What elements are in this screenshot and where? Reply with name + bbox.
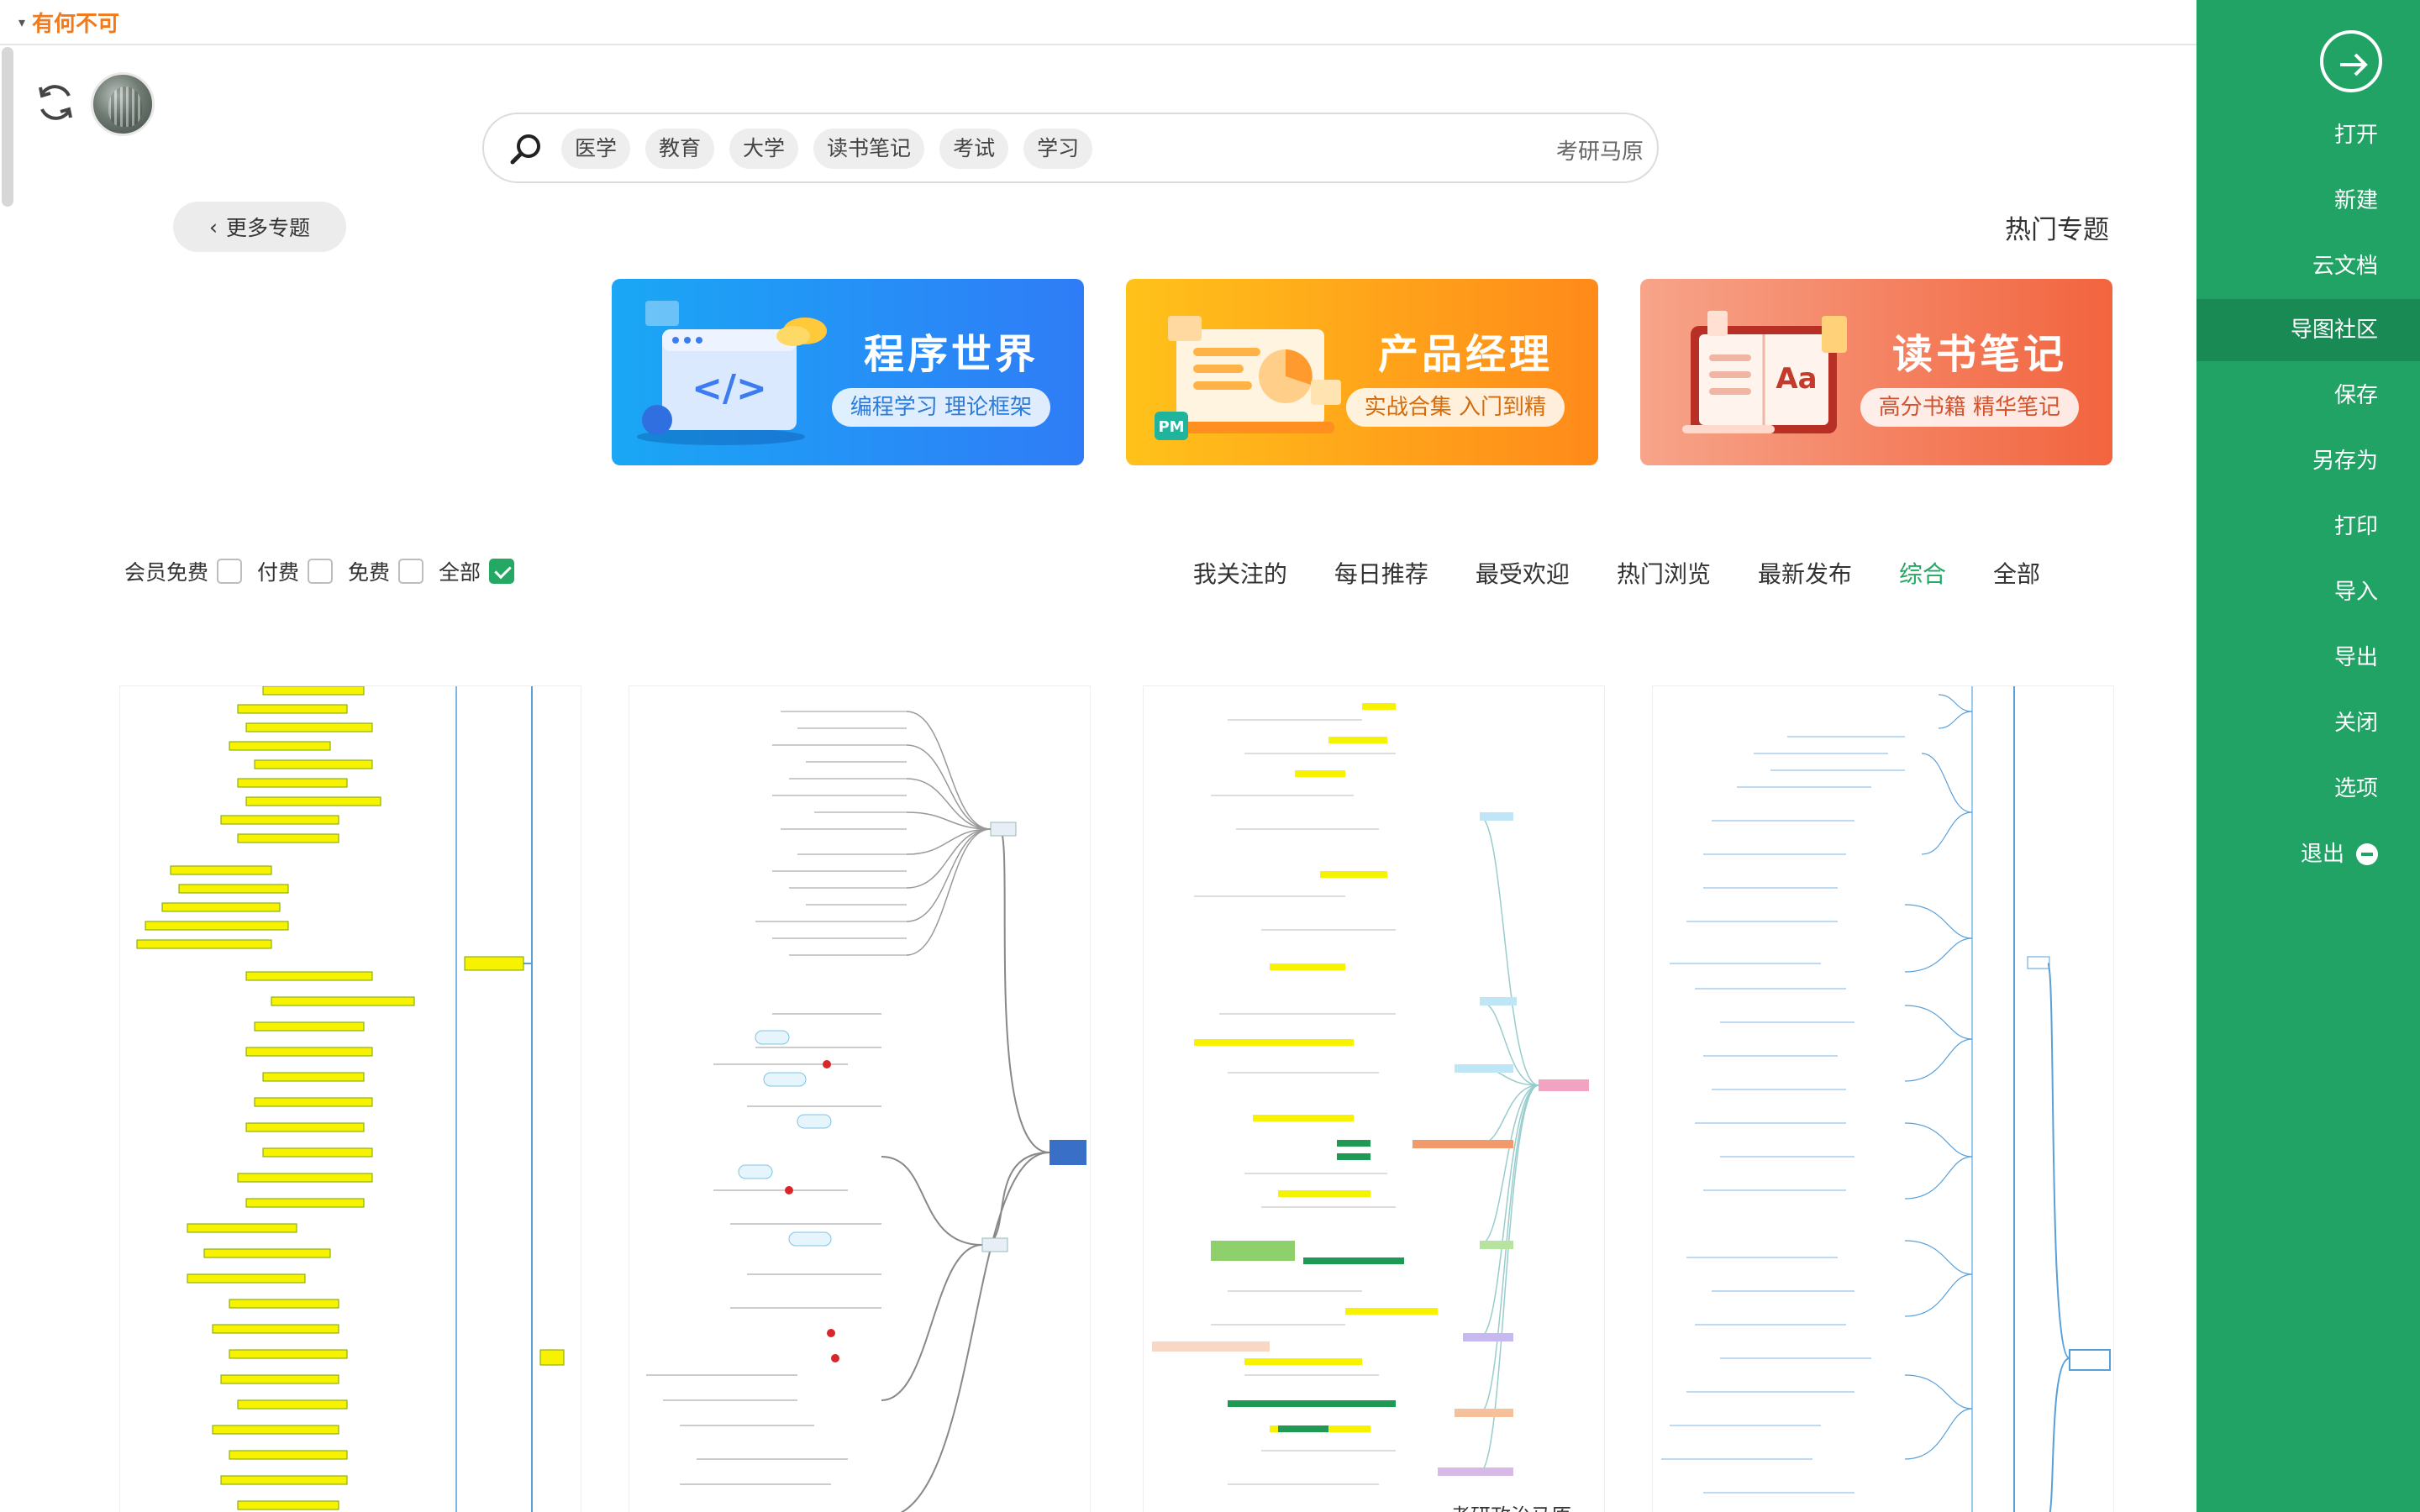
mindmap-card[interactable]	[629, 685, 1091, 1512]
banner-title: 读书笔记	[1891, 331, 2067, 378]
refresh-icon[interactable]	[32, 79, 79, 126]
filter-paid[interactable]: 付费	[257, 556, 334, 586]
filter-label: 全部	[439, 560, 481, 585]
tab-hot-views[interactable]: 热门浏览	[1617, 556, 1711, 590]
brand[interactable]: ▾ 有何不可	[18, 7, 119, 38]
banner-reading-notes[interactable]: Aa 读书笔记 高分书籍 精华笔记	[1640, 279, 2112, 465]
chevron-left-icon: ‹	[208, 214, 218, 239]
sidebar-item-import[interactable]: 导入	[2196, 561, 2420, 623]
mindmap-card[interactable]	[119, 685, 581, 1512]
brand-label: 有何不可	[32, 12, 120, 37]
more-topics-button[interactable]: ‹ 更多专题	[173, 202, 346, 252]
sidebar-item-close[interactable]: 关闭	[2196, 692, 2420, 754]
search-bar[interactable]: 医学 教育 大学 读书笔记 考试 学习 考研马原	[482, 113, 1659, 183]
sidebar-item-options[interactable]: 选项	[2196, 758, 2420, 820]
sidebar-item-save-as[interactable]: 另存为	[2196, 430, 2420, 492]
checkbox[interactable]	[217, 559, 243, 584]
checkbox[interactable]	[398, 559, 424, 584]
filter-label: 会员免费	[124, 560, 209, 585]
banner-product-manager[interactable]: PM 产品经理 实战合集 入门到精	[1126, 279, 1598, 465]
sidebar-item-cloud-docs[interactable]: 云文档	[2196, 235, 2420, 297]
tab-overall[interactable]: 综合	[1899, 556, 1946, 590]
sidebar-item-exit[interactable]: 退出	[2196, 823, 2420, 885]
mindmap-thumbnail	[1661, 686, 2111, 1512]
filter-members-free[interactable]: 会员免费	[124, 556, 243, 586]
filter-all[interactable]: 全部	[439, 556, 515, 586]
checkbox[interactable]	[308, 559, 334, 584]
banner-subtitle: 高分书籍 精华笔记	[1860, 388, 2079, 427]
mindmap-thumbnail	[136, 686, 565, 1512]
tab-latest[interactable]: 最新发布	[1758, 556, 1852, 590]
svg-text:</>: </>	[692, 367, 767, 410]
tab-daily-pick[interactable]: 每日推荐	[1334, 556, 1428, 590]
top-bar: ▾ 有何不可	[0, 0, 2196, 45]
svg-text:PM: PM	[1158, 418, 1184, 436]
filter-free[interactable]: 免费	[348, 556, 424, 586]
tab-all[interactable]: 全部	[1993, 556, 2040, 590]
tab-most-liked[interactable]: 最受欢迎	[1476, 556, 1570, 590]
sidebar-item-save[interactable]: 保存	[2196, 365, 2420, 427]
search-tag[interactable]: 医学	[561, 129, 631, 169]
sidebar-item-print[interactable]: 打印	[2196, 496, 2420, 558]
caret-down-icon: ▾	[18, 14, 26, 30]
banner-title: 产品经理	[1377, 331, 1553, 378]
banner-subtitle: 编程学习 理论框架	[831, 388, 1050, 427]
filter-label: 付费	[257, 560, 300, 585]
sort-tabs: 我关注的 每日推荐 最受欢迎 热门浏览 最新发布 综合 全部	[1193, 556, 2040, 590]
tab-following[interactable]: 我关注的	[1193, 556, 1287, 590]
notebook-icon: Aa	[1682, 311, 1847, 433]
card-caption: 考研政治马原	[1450, 1499, 1571, 1512]
sidebar-item-community[interactable]: 导图社区	[2196, 299, 2420, 361]
mindmap-card[interactable]: 考研政治马原	[1143, 685, 1605, 1512]
search-tag[interactable]: 考试	[939, 129, 1009, 169]
more-topics-label: 更多专题	[225, 216, 310, 240]
search-input[interactable]: 考研马原	[1556, 134, 1644, 165]
avatar[interactable]	[91, 72, 155, 136]
code-window-icon: </>	[637, 301, 827, 445]
search-tag[interactable]: 大学	[729, 129, 799, 169]
mindmap-card[interactable]	[1652, 685, 2114, 1512]
banner-subtitle: 实战合集 入门到精	[1345, 388, 1565, 427]
exit-label: 退出	[2300, 842, 2344, 867]
filter-label: 免费	[348, 560, 391, 585]
price-filters: 会员免费 付费 免费 全部	[124, 556, 515, 586]
vertical-scrollbar[interactable]	[2, 47, 13, 207]
search-tags: 医学 教育 大学 读书笔记 考试 学习	[561, 129, 1093, 169]
banner-programming[interactable]: </> 程序世界 编程学习 理论框架	[612, 279, 1084, 465]
banner-title: 程序世界	[863, 331, 1039, 378]
section-title: 热门专题	[2005, 215, 2109, 245]
search-tag[interactable]: 教育	[645, 129, 715, 169]
checkbox-checked[interactable]	[489, 559, 515, 584]
search-icon[interactable]	[508, 131, 544, 168]
laptop-pm-icon: PM	[1155, 316, 1341, 440]
sidebar-item-new[interactable]: 新建	[2196, 170, 2420, 232]
minus-circle-icon	[2356, 843, 2378, 865]
sidebar-item-export[interactable]: 导出	[2196, 627, 2420, 689]
mindmap-thumbnail	[1152, 703, 1589, 1485]
back-arrow-icon[interactable]	[2320, 30, 2382, 92]
page: ▾ 有何不可 医学 教育 大学 读书笔记 考试 学习 考研马原 ‹ 更多专题 热…	[0, 0, 2420, 1512]
svg-text:Aa: Aa	[1776, 362, 1817, 396]
sidebar: 打开 新建 云文档 导图社区 保存 另存为 打印 导入 导出 关闭 选项 退出	[2196, 0, 2420, 1512]
search-tag[interactable]: 读书笔记	[813, 129, 925, 169]
sidebar-item-open[interactable]: 打开	[2196, 104, 2420, 166]
search-tag[interactable]: 学习	[1023, 129, 1093, 169]
mindmap-thumbnail	[646, 711, 1086, 1512]
